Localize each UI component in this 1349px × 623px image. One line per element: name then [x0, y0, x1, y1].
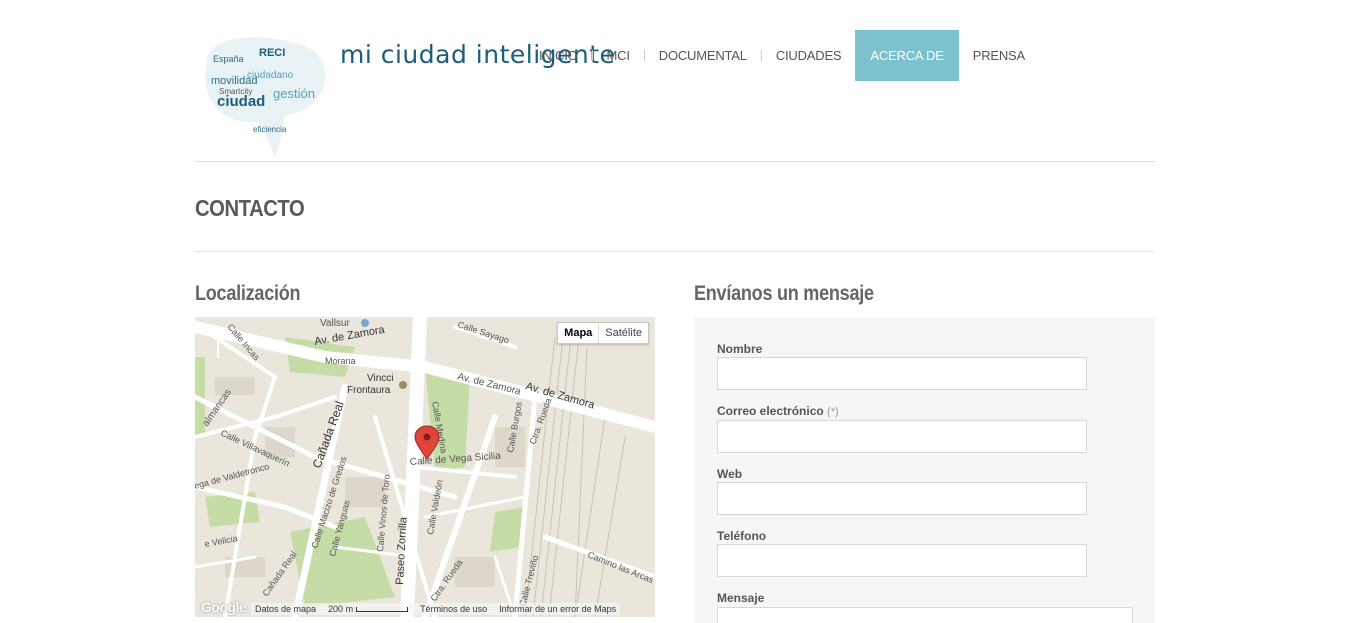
- form-heading: Envíanos un mensaje: [694, 282, 874, 305]
- site-header: España RECI ciudad gestión movilidad ciu…: [195, 0, 1155, 162]
- header-divider: [195, 161, 1155, 162]
- name-label: Nombre: [717, 342, 763, 356]
- map-terms-link[interactable]: Términos de uso: [420, 604, 487, 614]
- phone-field[interactable]: [717, 544, 1087, 577]
- map-report-link[interactable]: Informar de un error de Maps: [499, 604, 616, 614]
- word-cloud-logo[interactable]: España RECI ciudad gestión movilidad ciu…: [195, 34, 330, 160]
- main-nav: INICIO MCI DOCUMENTAL CIUDADES ACERCA DE…: [525, 30, 1039, 81]
- map-scale: 200 m: [328, 604, 409, 614]
- map-label: Vincci: [367, 373, 394, 384]
- scale-bar: [356, 607, 409, 613]
- google-map[interactable]: Vallsur Av. de Zamora Av. de Zamora Av. …: [195, 317, 655, 617]
- title-divider: [195, 251, 1155, 252]
- map-label: Frontaura: [347, 385, 391, 396]
- logo-word: RECI: [259, 47, 285, 59]
- map-scale-label: 200 m: [328, 604, 354, 614]
- nav-item-ciudades[interactable]: CIUDADES: [762, 30, 856, 81]
- required-mark: (*): [827, 406, 839, 418]
- nav-item-acerca-de[interactable]: ACERCA DE: [855, 30, 959, 81]
- logo-word: gestión: [273, 86, 315, 101]
- web-label: Web: [717, 467, 743, 481]
- map-canvas[interactable]: Vallsur Av. de Zamora Av. de Zamora Av. …: [195, 317, 655, 617]
- map-label: Morana: [325, 356, 356, 366]
- message-label: Mensaje: [717, 591, 765, 605]
- map-type-toggle: Mapa Satélite: [557, 322, 649, 344]
- logo-word: eficiencia: [253, 125, 287, 134]
- map-footer: Google Datos de mapa 200 m Términos de u…: [195, 599, 655, 617]
- map-type-map-button[interactable]: Mapa: [558, 323, 600, 343]
- nav-item-inicio[interactable]: INICIO: [525, 30, 592, 81]
- page-title: CONTACTO: [195, 195, 305, 221]
- logo-word: Smartcity: [219, 87, 252, 96]
- google-logo[interactable]: Google: [201, 599, 247, 615]
- email-label: Correo electrónico (*): [717, 404, 839, 418]
- logo-word: ciudadano: [247, 70, 294, 81]
- map-zoom-control[interactable]: [217, 330, 219, 358]
- phone-label: Teléfono: [717, 529, 767, 543]
- nav-item-prensa[interactable]: PRENSA: [959, 30, 1039, 81]
- nav-item-documental[interactable]: DOCUMENTAL: [645, 30, 761, 81]
- email-field[interactable]: [717, 420, 1087, 453]
- nav-item-mci[interactable]: MCI: [593, 30, 644, 81]
- name-field[interactable]: [717, 357, 1087, 390]
- web-field[interactable]: [717, 482, 1087, 515]
- contact-form: Nombre Correo electrónico (*) Web Teléfo…: [694, 317, 1155, 623]
- map-type-satellite-button[interactable]: Satélite: [599, 323, 648, 343]
- map-label: Vallsur: [320, 318, 350, 329]
- location-heading: Localización: [195, 282, 301, 305]
- message-field[interactable]: [717, 607, 1133, 623]
- logo-word: España: [213, 54, 244, 64]
- map-data-link[interactable]: Datos de mapa: [255, 604, 316, 614]
